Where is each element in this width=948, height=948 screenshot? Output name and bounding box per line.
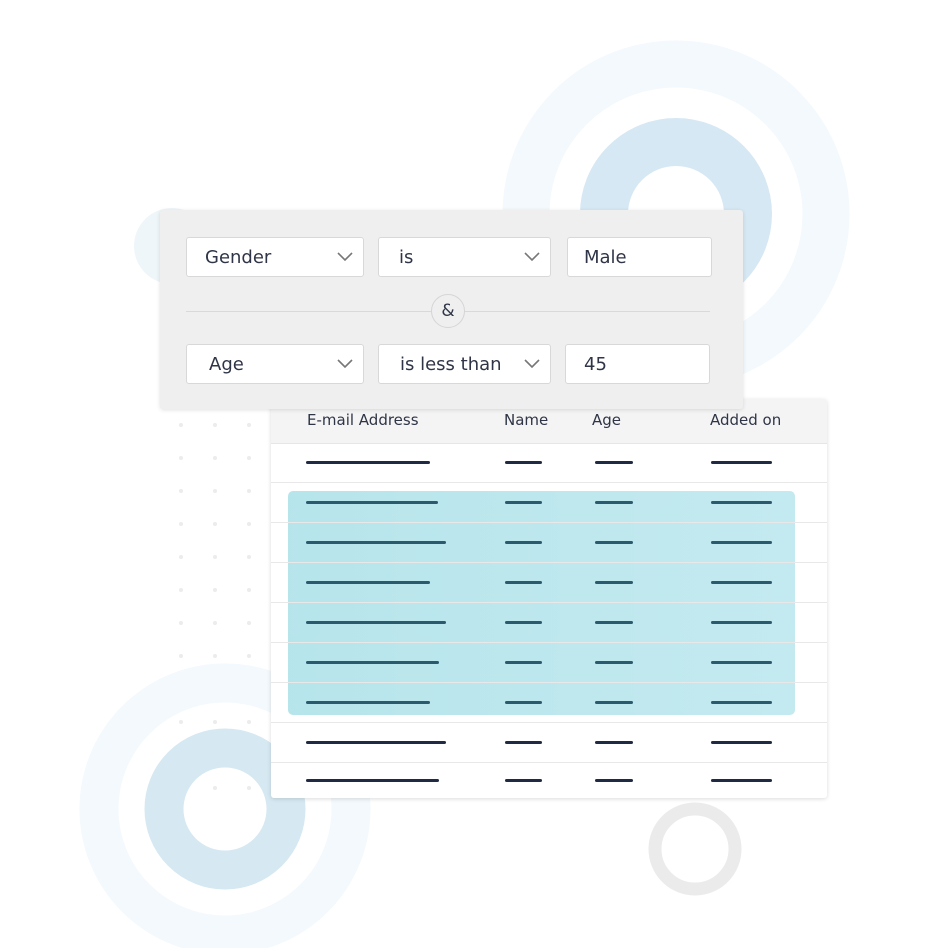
age-placeholder <box>595 461 633 464</box>
grid-dot <box>213 720 217 724</box>
grid-dot <box>247 621 251 625</box>
added-on-placeholder <box>711 661 772 664</box>
name-placeholder <box>505 501 542 504</box>
table-row[interactable] <box>271 523 827 563</box>
filter-1-operator-select[interactable]: is <box>378 237 551 277</box>
added-on-placeholder <box>711 701 772 704</box>
grid-dot <box>179 555 183 559</box>
name-placeholder <box>505 581 542 584</box>
grid-dot <box>213 786 217 790</box>
grid-dot <box>213 522 217 526</box>
chevron-down-icon <box>524 252 540 262</box>
grid-dot <box>247 654 251 658</box>
filter-2-operator-value: is less than <box>400 354 502 375</box>
name-placeholder <box>505 461 542 464</box>
name-placeholder <box>505 661 542 664</box>
added-on-placeholder <box>711 581 772 584</box>
grid-dot <box>213 588 217 592</box>
grid-dot <box>247 456 251 460</box>
grid-dot <box>213 654 217 658</box>
and-joiner-button[interactable]: & <box>431 294 465 328</box>
grid-dot <box>213 423 217 427</box>
table-row[interactable] <box>271 603 827 643</box>
and-joiner-label: & <box>441 301 455 321</box>
email-placeholder <box>306 779 439 782</box>
grid-dot <box>179 720 183 724</box>
age-placeholder <box>595 541 633 544</box>
grid-dot <box>179 522 183 526</box>
grid-dot <box>213 555 217 559</box>
name-placeholder <box>505 701 542 704</box>
chevron-down-icon <box>524 359 540 369</box>
table-row[interactable] <box>271 643 827 683</box>
table-row[interactable] <box>271 723 827 763</box>
filter-2-value-text: 45 <box>584 354 607 375</box>
grid-dot <box>247 423 251 427</box>
filter-2-field-value: Age <box>209 354 244 375</box>
filter-1-field-select[interactable]: Gender <box>186 237 364 277</box>
grid-dot <box>179 621 183 625</box>
grid-dot <box>247 720 251 724</box>
grid-dot <box>213 621 217 625</box>
filter-1-value-input[interactable]: Male <box>567 237 712 277</box>
table-row[interactable] <box>271 563 827 603</box>
grid-dot <box>213 489 217 493</box>
age-placeholder <box>595 701 633 704</box>
added-on-placeholder <box>711 621 772 624</box>
age-placeholder <box>595 621 633 624</box>
email-placeholder <box>306 541 446 544</box>
name-placeholder <box>505 741 542 744</box>
table-row[interactable] <box>271 761 827 798</box>
ring-inner-bottom-left <box>144 728 306 890</box>
grid-dot <box>213 456 217 460</box>
grid-dot <box>247 555 251 559</box>
added-on-placeholder <box>711 541 772 544</box>
table-row[interactable] <box>271 443 827 483</box>
filter-2-value-input[interactable]: 45 <box>565 344 710 384</box>
email-placeholder <box>306 501 438 504</box>
added-on-placeholder <box>711 741 772 744</box>
grid-dot <box>179 423 183 427</box>
table-row[interactable] <box>271 683 827 723</box>
chevron-down-icon <box>337 359 353 369</box>
name-placeholder <box>505 621 542 624</box>
contacts-table: E-mail Address Name Age Added on <box>271 399 827 798</box>
grid-dot <box>179 489 183 493</box>
grid-dot <box>179 588 183 592</box>
email-placeholder <box>306 581 430 584</box>
email-placeholder <box>306 461 430 464</box>
grid-dot <box>247 786 251 790</box>
email-placeholder <box>306 741 446 744</box>
chevron-down-icon <box>337 252 353 262</box>
email-placeholder <box>306 621 446 624</box>
filter-1-value-text: Male <box>584 247 627 268</box>
age-placeholder <box>595 661 633 664</box>
email-placeholder <box>306 701 430 704</box>
added-on-placeholder <box>711 779 772 782</box>
ring-grey <box>648 802 742 896</box>
filter-2-field-select[interactable]: Age <box>186 344 364 384</box>
grid-dot <box>247 489 251 493</box>
age-placeholder <box>595 741 633 744</box>
age-placeholder <box>595 581 633 584</box>
table-body <box>271 399 827 798</box>
added-on-placeholder <box>711 501 772 504</box>
grid-dot <box>179 654 183 658</box>
grid-dot <box>247 588 251 592</box>
age-placeholder <box>595 501 633 504</box>
filter-1-operator-value: is <box>399 247 414 268</box>
added-on-placeholder <box>711 461 772 464</box>
filter-1-field-value: Gender <box>205 247 272 268</box>
age-placeholder <box>595 779 633 782</box>
filter-2-operator-select[interactable]: is less than <box>378 344 551 384</box>
grid-dot <box>247 522 251 526</box>
table-row[interactable] <box>271 483 827 523</box>
name-placeholder <box>505 779 542 782</box>
name-placeholder <box>505 541 542 544</box>
grid-dot <box>179 456 183 460</box>
email-placeholder <box>306 661 439 664</box>
